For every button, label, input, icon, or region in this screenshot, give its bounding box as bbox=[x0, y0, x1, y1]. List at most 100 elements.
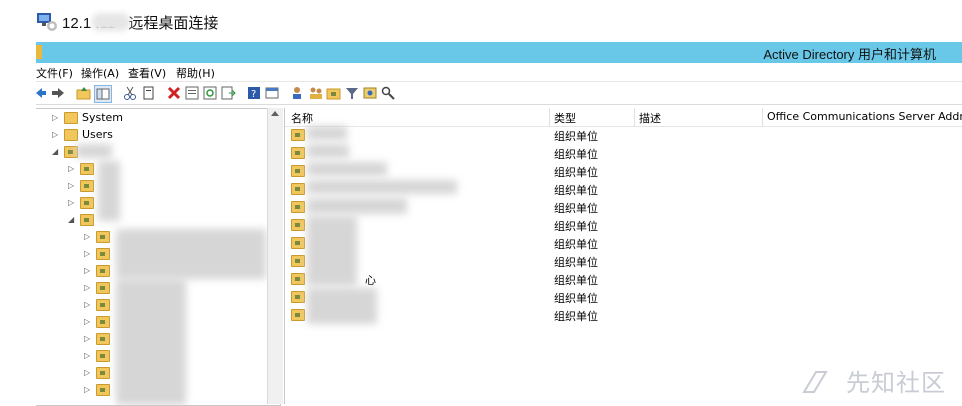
svg-text:?: ? bbox=[251, 89, 256, 100]
ou-folder-icon bbox=[291, 237, 305, 249]
tree-item-system[interactable]: ▷ System bbox=[52, 110, 252, 126]
properties-icon[interactable] bbox=[184, 85, 200, 101]
list-item[interactable]: 组织单位 bbox=[285, 252, 962, 269]
column-separator[interactable] bbox=[762, 108, 763, 126]
rdp-titlebar: 12.1 .11 - 远程桌面连接 bbox=[0, 0, 962, 42]
expand-arrow-icon[interactable]: ▷ bbox=[68, 164, 76, 174]
rdp-window-title: 12.1 .11 - 远程桌面连接 bbox=[62, 15, 219, 32]
redacted-name bbox=[307, 288, 377, 324]
ou-folder-icon bbox=[291, 183, 305, 195]
ou-folder-icon bbox=[96, 367, 110, 379]
add-to-group-icon[interactable] bbox=[362, 85, 378, 101]
tree-pane[interactable]: ▷ System ▷ Users ◢ ▷ ▷ ▷ ◢ ▷ ▷ ▷ ▷ ▷ ▷ ▷… bbox=[36, 108, 281, 406]
app-icon bbox=[36, 45, 42, 59]
ou-folder-icon bbox=[80, 163, 94, 175]
expand-arrow-icon[interactable]: ▷ bbox=[84, 232, 92, 242]
expand-arrow-icon[interactable]: ▷ bbox=[52, 113, 60, 123]
expand-arrow-icon[interactable]: ▷ bbox=[84, 300, 92, 310]
redacted-name bbox=[76, 144, 112, 158]
tree-item-ou[interactable]: ▷ bbox=[68, 195, 248, 211]
forward-icon[interactable] bbox=[50, 85, 66, 101]
column-description[interactable]: 描述 bbox=[639, 110, 661, 126]
help-icon[interactable]: ? bbox=[246, 85, 262, 101]
list-pane[interactable]: 名称 类型 描述 Office Communications Server Ad… bbox=[284, 108, 962, 404]
delete-icon[interactable] bbox=[166, 85, 182, 101]
redacted-name bbox=[307, 198, 407, 214]
expand-arrow-icon[interactable]: ▷ bbox=[84, 283, 92, 293]
expand-arrow-icon[interactable]: ▷ bbox=[84, 266, 92, 276]
show-tree-icon[interactable] bbox=[94, 85, 112, 103]
redacted-name bbox=[307, 162, 387, 176]
list-item[interactable]: 组织单位 bbox=[285, 126, 962, 143]
redacted-name bbox=[98, 161, 120, 221]
expand-arrow-icon[interactable]: ▷ bbox=[68, 181, 76, 191]
menu-bar: 文件(F) 操作(A) 查看(V) 帮助(H) bbox=[36, 63, 962, 82]
console-icon[interactable] bbox=[264, 85, 280, 101]
watermark-logo-icon bbox=[802, 370, 828, 394]
tree-item-ou[interactable]: ▷ bbox=[68, 178, 248, 194]
list-item[interactable]: 组织单位 bbox=[285, 144, 962, 161]
menu-file[interactable]: 文件(F) bbox=[36, 65, 73, 81]
list-item-name: 心 bbox=[365, 274, 376, 287]
refresh-icon[interactable] bbox=[202, 85, 218, 101]
menu-view[interactable]: 查看(V) bbox=[128, 65, 166, 81]
list-item[interactable]: 组织单位 bbox=[285, 234, 962, 251]
group-icon[interactable] bbox=[308, 85, 324, 101]
folder-icon bbox=[64, 129, 78, 141]
ou-icon[interactable] bbox=[326, 85, 342, 101]
list-item[interactable]: 心组织单位 bbox=[285, 270, 962, 287]
column-separator[interactable] bbox=[549, 108, 550, 126]
expand-arrow-icon[interactable]: ▷ bbox=[68, 198, 76, 208]
export-icon[interactable] bbox=[220, 85, 236, 101]
column-ocs-address[interactable]: Office Communications Server Address bbox=[767, 110, 962, 123]
expand-arrow-icon[interactable]: ▷ bbox=[84, 334, 92, 344]
collapse-arrow-icon[interactable]: ◢ bbox=[68, 215, 76, 225]
column-separator[interactable] bbox=[634, 108, 635, 126]
tree-item-users[interactable]: ▷ Users bbox=[52, 127, 252, 143]
user-icon[interactable] bbox=[290, 85, 306, 101]
toolbar: ? bbox=[36, 82, 962, 105]
column-name[interactable]: 名称 bbox=[291, 110, 313, 126]
ou-folder-icon bbox=[291, 147, 305, 159]
list-item[interactable]: 组织单位 bbox=[285, 306, 962, 323]
list-header: 名称 类型 描述 Office Communications Server Ad… bbox=[285, 108, 962, 127]
ou-folder-icon bbox=[291, 219, 305, 231]
scroll-up-icon[interactable] bbox=[271, 111, 279, 116]
ou-folder-icon bbox=[291, 273, 305, 285]
expand-arrow-icon[interactable]: ▷ bbox=[84, 368, 92, 378]
collapse-arrow-icon[interactable]: ◢ bbox=[52, 147, 60, 157]
ou-folder-icon bbox=[96, 231, 110, 243]
expand-arrow-icon[interactable]: ▷ bbox=[84, 317, 92, 327]
copy-icon[interactable] bbox=[140, 85, 156, 101]
up-folder-icon[interactable] bbox=[76, 85, 92, 101]
ou-folder-icon bbox=[96, 384, 110, 396]
redacted-name bbox=[116, 279, 186, 405]
find-icon[interactable] bbox=[380, 85, 396, 101]
folder-icon bbox=[64, 112, 78, 124]
menu-action[interactable]: 操作(A) bbox=[81, 65, 119, 81]
ou-folder-icon bbox=[96, 265, 110, 277]
ou-folder-icon bbox=[96, 299, 110, 311]
app-title: Active Directory 用户和计算机 bbox=[763, 47, 936, 62]
expand-arrow-icon[interactable]: ▷ bbox=[84, 385, 92, 395]
list-item[interactable]: 组织单位 bbox=[285, 288, 962, 305]
menu-help[interactable]: 帮助(H) bbox=[176, 65, 215, 81]
filter-icon[interactable] bbox=[344, 85, 360, 101]
expand-arrow-icon[interactable]: ▷ bbox=[52, 130, 60, 140]
tree-scrollbar[interactable] bbox=[267, 108, 283, 404]
ou-folder-icon bbox=[80, 197, 94, 209]
redacted-name bbox=[116, 229, 266, 279]
ou-folder-icon bbox=[96, 316, 110, 328]
ou-folder-icon bbox=[291, 165, 305, 177]
tree-item-ou[interactable]: ▷ bbox=[68, 161, 248, 177]
ou-folder-icon bbox=[80, 214, 94, 226]
tree-item-ou[interactable]: ◢ bbox=[68, 212, 248, 228]
list-item[interactable]: 组织单位 bbox=[285, 216, 962, 233]
expand-arrow-icon[interactable]: ▷ bbox=[84, 351, 92, 361]
expand-arrow-icon[interactable]: ▷ bbox=[84, 249, 92, 259]
app-titlebar: Active Directory 用户和计算机 bbox=[36, 42, 962, 63]
ou-folder-icon bbox=[80, 180, 94, 192]
cut-icon[interactable] bbox=[122, 85, 138, 101]
ou-folder-icon bbox=[291, 201, 305, 213]
column-type[interactable]: 类型 bbox=[554, 110, 576, 126]
